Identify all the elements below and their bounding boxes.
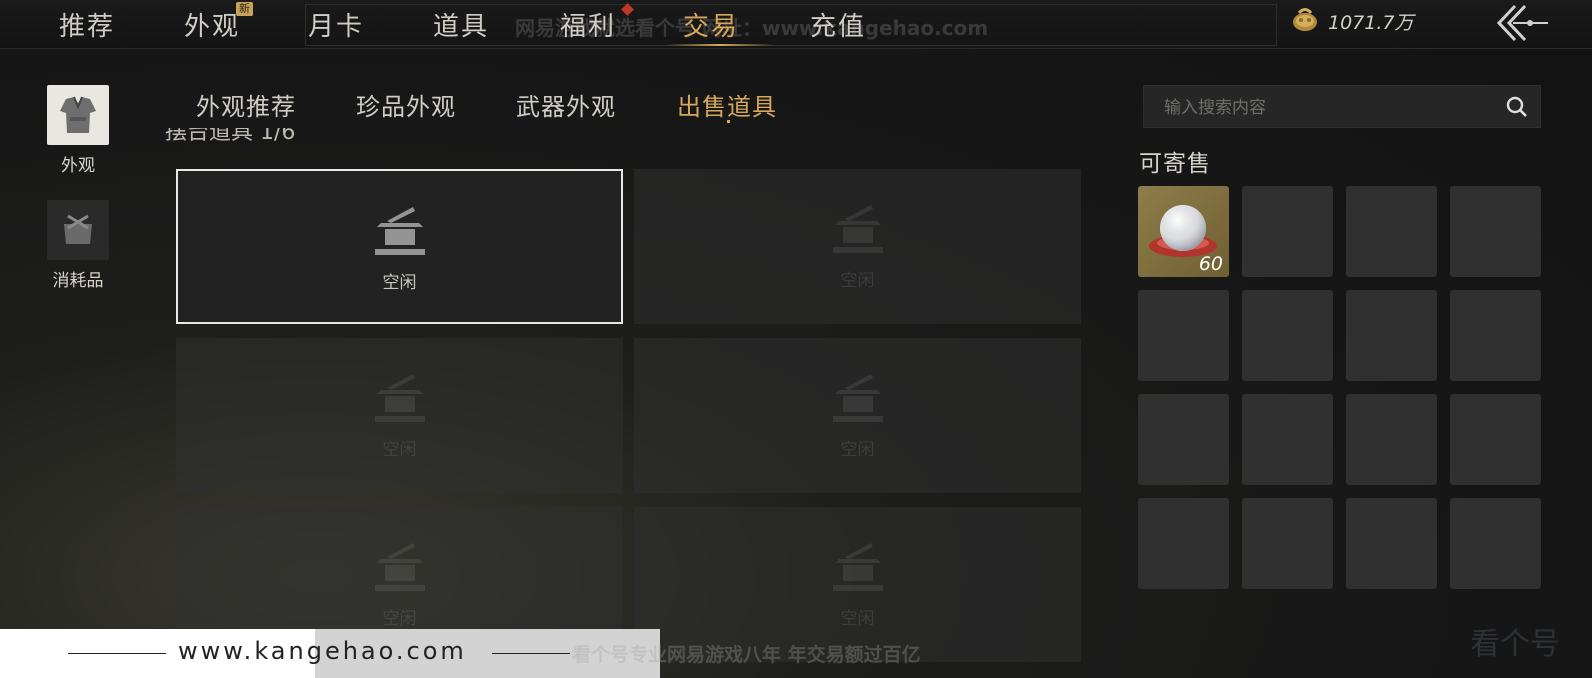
- tab-trade[interactable]: 交易: [683, 6, 739, 43]
- tab-recharge[interactable]: 充值: [810, 6, 866, 43]
- inventory-slot-empty: [1242, 498, 1333, 589]
- tab-recommend[interactable]: 推荐: [59, 6, 115, 43]
- back-arrow-icon: [1496, 4, 1548, 42]
- subtab-recommended-looks[interactable]: 外观推荐: [196, 87, 296, 122]
- slot-label: 空闲: [840, 440, 875, 460]
- coin-pouch-icon: [1290, 6, 1320, 36]
- inventory-slot-empty: [1346, 498, 1437, 589]
- stall-slot[interactable]: 空闲: [634, 169, 1081, 324]
- sellable-title: 可寄售: [1139, 151, 1211, 177]
- stall-icon: [832, 205, 883, 253]
- sidebar-item-appearance[interactable]: 外观: [47, 85, 109, 176]
- tab-monthly-card[interactable]: 月卡: [308, 6, 364, 43]
- active-tab-underline: [665, 44, 775, 46]
- inventory-slot-empty: [1242, 394, 1333, 485]
- inventory-slot-empty: [1242, 290, 1333, 381]
- stall-slot[interactable]: 空闲: [176, 338, 623, 493]
- inventory-slot-empty: [1450, 290, 1541, 381]
- currency-amount: 1071.7万: [1328, 11, 1414, 34]
- kangehao-logo: 看个号: [1470, 627, 1560, 662]
- sidebar-label-consumables: 消耗品: [52, 271, 104, 291]
- inventory-slot-empty: [1138, 498, 1229, 589]
- slot-label: 空闲: [382, 273, 417, 293]
- stall-icon: [832, 543, 883, 591]
- stall-heading: 摆台道具 1/6: [165, 128, 296, 145]
- tab-appearance[interactable]: 外观: [184, 6, 240, 43]
- new-badge: 新: [236, 2, 253, 16]
- search-box: [1143, 85, 1541, 128]
- inventory-slot-empty: [1450, 498, 1541, 589]
- inventory-slot-empty: [1242, 186, 1333, 277]
- inventory-slot-empty: [1138, 394, 1229, 485]
- active-subtab-dot: [727, 120, 730, 123]
- subtab-sell-items[interactable]: 出售道具: [677, 87, 777, 122]
- currency-display: 1071.7万: [1290, 6, 1413, 36]
- sidebar-label-appearance: 外观: [61, 156, 95, 176]
- item-quantity: 60: [1198, 253, 1223, 275]
- slot-label: 空闲: [840, 271, 875, 291]
- banner-line-left: [68, 653, 166, 654]
- banner-url: www.kangehao.com: [178, 637, 467, 665]
- banner-slogan: 看个号专业网易游戏八年 年交易额过百亿: [572, 644, 921, 666]
- inventory-slot-empty: [1346, 186, 1437, 277]
- stall-icon: [374, 207, 425, 255]
- inventory-slot-empty: [1346, 394, 1437, 485]
- tab-welfare[interactable]: 福利: [560, 6, 616, 43]
- stall-icon: [832, 374, 883, 422]
- top-nav: 网易游戏就选看个号 网址：www.kangehao.com 推荐 外观 新 月卡…: [0, 0, 1592, 49]
- inventory-slot-empty: [1450, 186, 1541, 277]
- inventory-item-pearl[interactable]: 60: [1138, 186, 1229, 277]
- inventory-slot-empty: [1450, 394, 1541, 485]
- search-icon[interactable]: [1506, 96, 1528, 122]
- sidebar-item-consumables[interactable]: 消耗品: [47, 200, 109, 291]
- slot-label: 空闲: [840, 609, 875, 629]
- consumable-icon: [47, 200, 109, 260]
- subtab-weapon-looks[interactable]: 武器外观: [516, 87, 616, 122]
- outfit-icon: [47, 85, 109, 145]
- back-button[interactable]: [1493, 2, 1553, 44]
- inventory-slot-empty: [1346, 290, 1437, 381]
- slot-label: 空闲: [382, 609, 417, 629]
- stall-slot[interactable]: 空闲: [634, 338, 1081, 493]
- stall-icon: [374, 543, 425, 591]
- inventory-slot-empty: [1138, 290, 1229, 381]
- bottom-banner: www.kangehao.com 看个号专业网易游戏八年 年交易额过百亿: [0, 629, 1592, 678]
- banner-line-right: [492, 653, 570, 654]
- subtab-rare-looks[interactable]: 珍品外观: [356, 87, 456, 122]
- search-input[interactable]: [1162, 94, 1496, 122]
- stall-icon: [374, 374, 425, 422]
- slot-label: 空闲: [382, 440, 417, 460]
- stall-slot[interactable]: 空闲: [176, 169, 623, 324]
- tab-items[interactable]: 道具: [433, 6, 489, 43]
